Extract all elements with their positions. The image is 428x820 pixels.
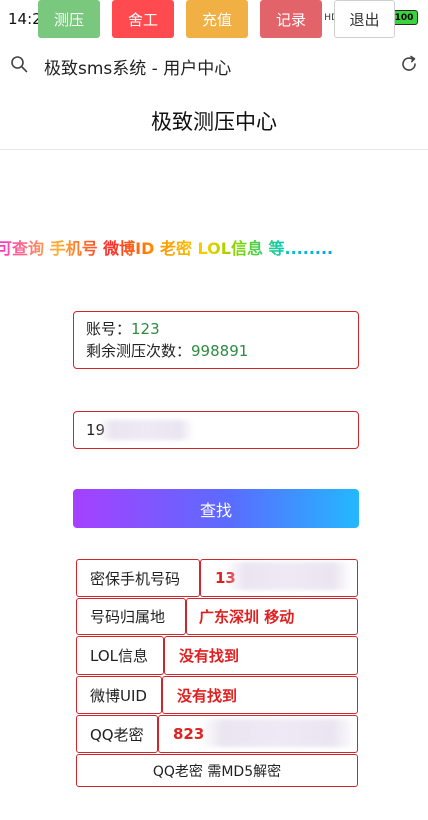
nav-button-test[interactable]: 测压 [38, 0, 100, 38]
result-key-location: 号码归属地 [90, 608, 166, 626]
redaction-mask [200, 719, 356, 747]
nav-button-records[interactable]: 记录 [260, 0, 322, 38]
qq-md5-note: QQ老密 需MD5解密 [152, 763, 282, 780]
redaction-mask [98, 420, 194, 440]
result-key-qq: QQ老密 [90, 725, 144, 744]
result-key-cell: 号码归属地 [76, 598, 186, 635]
redaction-mask [226, 562, 352, 590]
result-value-cell: 没有找到 [162, 676, 358, 714]
page-title: 极致测压中心 [151, 110, 277, 134]
account-info-box: 账号：123 剩余测压次数：998891 [73, 311, 359, 369]
nav-button-logout[interactable]: 退出 [334, 0, 395, 38]
result-value-weibo: 没有找到 [177, 686, 238, 705]
search-icon[interactable] [10, 55, 28, 73]
header-divider [0, 149, 428, 150]
refresh-icon[interactable] [400, 55, 418, 73]
account-line: 账号：123 [86, 318, 346, 340]
result-key-phone: 密保手机号码 [90, 569, 181, 588]
browser-bar: 极致sms系统 - 用户中心 [0, 40, 428, 90]
account-value: 123 [131, 320, 160, 338]
nav-button-social[interactable]: 舍工 [112, 0, 174, 38]
result-value-cell: 广东深圳 移动 [186, 598, 358, 635]
result-key-cell: 密保手机号码 [76, 559, 200, 597]
result-key-lol: LOL信息 [90, 647, 148, 665]
nav-button-recharge[interactable]: 充值 [186, 0, 248, 38]
result-key-cell: LOL信息 [76, 636, 164, 675]
remaining-line: 剩余测压次数：998891 [86, 340, 346, 362]
result-key-cell: 微博UID [76, 676, 162, 714]
remaining-label: 剩余测压次数： [86, 342, 192, 360]
marquee-text: 可查询 手机号 微博ID 老密 LOL信息 等........ [0, 235, 333, 259]
result-value-cell: 没有找到 [164, 636, 358, 675]
account-label: 账号： [86, 320, 132, 338]
search-button[interactable]: 查找 [73, 489, 359, 528]
browser-url-title[interactable]: 极致sms系统 - 用户中心 [44, 54, 231, 79]
result-value-lol: 没有找到 [179, 647, 240, 665]
result-key-cell: QQ老密 [76, 715, 158, 753]
result-key-weibo: 微博UID [90, 686, 147, 705]
result-value-location: 广东深圳 移动 [199, 608, 295, 626]
remaining-value: 998891 [191, 342, 249, 360]
result-footer-cell: QQ老密 需MD5解密 [76, 754, 358, 787]
feature-marquee: 可查询 手机号 微博ID 老密 LOL信息 等........ [0, 235, 428, 259]
